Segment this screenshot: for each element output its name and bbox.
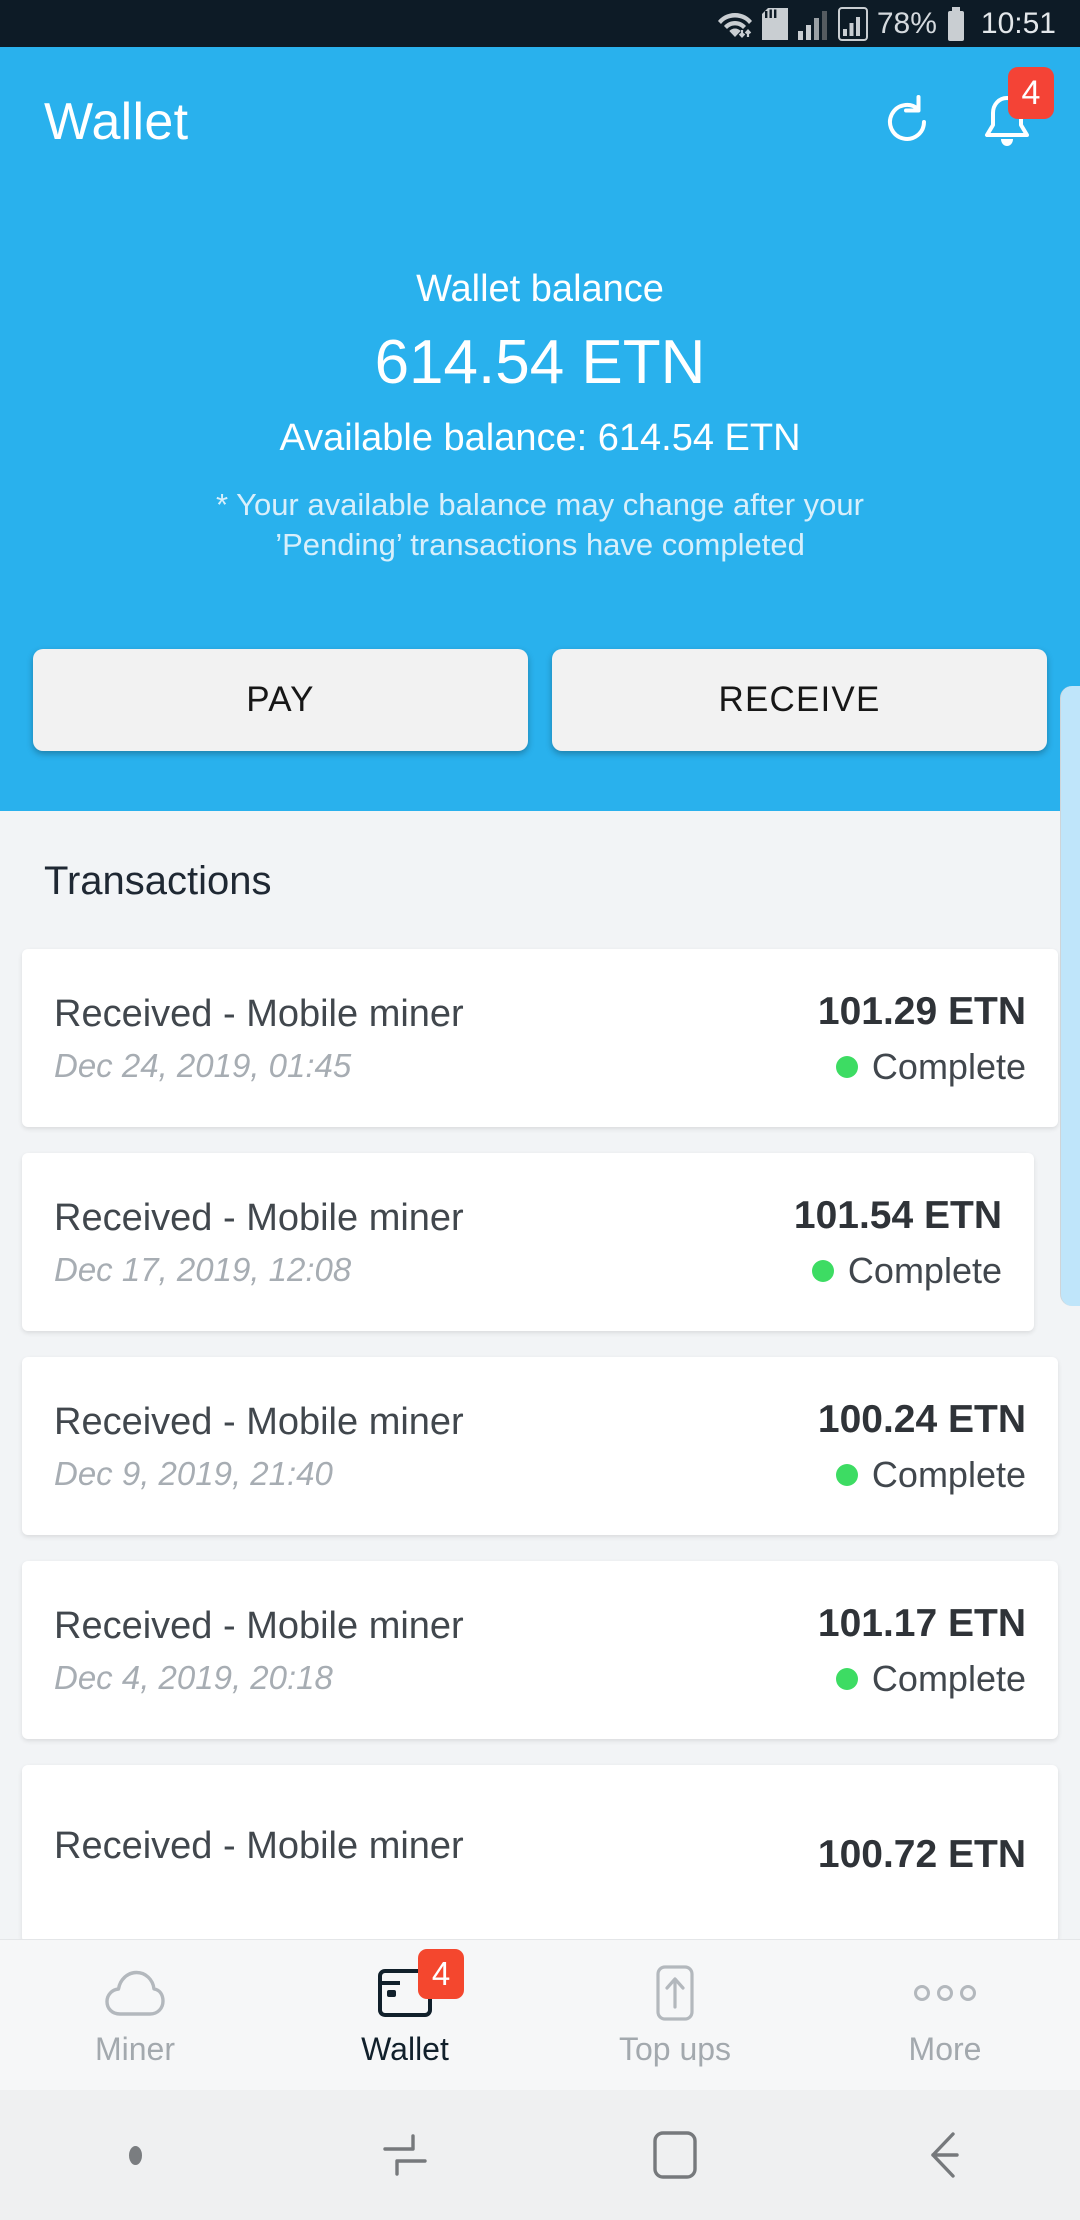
transaction-row[interactable]: Received - Mobile miner Dec 9, 2019, 21:… [22, 1357, 1058, 1535]
transaction-date: Dec 9, 2019, 21:40 [54, 1454, 333, 1492]
wallet-balance-amount: 614.54 ETN [374, 328, 706, 397]
nav-item-more[interactable]: More [810, 1940, 1080, 2090]
battery-percent-label: 78% [876, 6, 937, 40]
dot-indicator-icon [128, 2145, 142, 2165]
transaction-info: Received - Mobile miner Dec 9, 2019, 21:… [54, 1403, 464, 1490]
transaction-date: Dec 4, 2019, 20:18 [54, 1658, 333, 1696]
transaction-amount: 101.54 ETN [793, 1193, 1002, 1237]
battery-icon [947, 6, 964, 41]
nav-dot-button[interactable] [0, 2145, 270, 2165]
wallet-balance-label: Wallet balance [416, 268, 664, 310]
refresh-button[interactable] [878, 93, 936, 151]
transaction-date: Dec 17, 2019, 12:08 [54, 1250, 352, 1288]
status-label: Complete [871, 1453, 1026, 1495]
nav-icon-wrapper: 4 [378, 1949, 464, 2021]
transaction-title: Received - Mobile miner [54, 1604, 464, 1647]
receive-button[interactable]: RECEIVE [552, 649, 1047, 751]
transaction-date: Dec 24, 2019, 01:45 [54, 1046, 352, 1084]
transaction-info: Received - Mobile miner Dec 17, 2019, 12… [54, 1199, 464, 1286]
cloud-icon [105, 1970, 165, 2016]
phone-up-arrow-icon [656, 1965, 694, 2021]
notifications-button[interactable]: 4 [978, 67, 1054, 151]
transaction-meta: 100.24 ETN Complete [818, 1400, 1026, 1493]
transaction-title: Received - Mobile miner [54, 1196, 464, 1239]
transaction-amount: 100.72 ETN [817, 1832, 1026, 1876]
signal-2-icon [837, 6, 868, 41]
back-icon [931, 2132, 959, 2178]
nav-label: Top ups [618, 2031, 732, 2067]
app-bar: Wallet 4 [0, 47, 1080, 197]
recents-icon [383, 2134, 427, 2176]
android-system-navigation [0, 2090, 1080, 2220]
status-badge: Complete [835, 1657, 1026, 1699]
home-icon [653, 2131, 697, 2179]
transaction-info: Received - Mobile miner [54, 1827, 464, 1881]
status-dot-icon [835, 1667, 858, 1690]
transaction-meta: 101.29 ETN Complete [818, 992, 1026, 1085]
wallet-action-buttons: PAY RECEIVE [0, 649, 1080, 751]
transaction-title: Received - Mobile miner [54, 1400, 464, 1443]
bottom-navigation: Miner 4 Wallet Top ups More [0, 1939, 1080, 2090]
status-bar-icons: 78% 10:51 [717, 6, 1056, 41]
transaction-amount: 101.17 ETN [817, 1601, 1026, 1645]
transaction-row[interactable]: Received - Mobile miner Dec 24, 2019, 01… [22, 949, 1058, 1127]
nav-item-miner[interactable]: Miner [0, 1940, 270, 2090]
transaction-row[interactable]: Received - Mobile miner Dec 17, 2019, 12… [22, 1153, 1034, 1331]
available-balance-label: Available balance: 614.54 ETN [279, 417, 801, 460]
transaction-info: Received - Mobile miner Dec 4, 2019, 20:… [54, 1607, 464, 1694]
page-title: Wallet [44, 93, 189, 151]
status-dot-icon [835, 1463, 858, 1486]
nav-label: Wallet [361, 2031, 449, 2067]
transaction-meta: 100.72 ETN [818, 1835, 1026, 1874]
transactions-heading: Transactions [44, 859, 272, 903]
transaction-meta: 101.17 ETN Complete [818, 1604, 1026, 1697]
nav-label: Miner [94, 2031, 175, 2067]
pay-button[interactable]: PAY [33, 649, 528, 751]
transactions-list[interactable]: Received - Mobile miner Dec 24, 2019, 01… [0, 949, 1080, 1939]
app-bar-actions: 4 [878, 67, 1080, 151]
status-badge: Complete [835, 1045, 1026, 1087]
transaction-row[interactable]: Received - Mobile miner Dec 4, 2019, 20:… [22, 1561, 1058, 1739]
status-label: Complete [871, 1045, 1026, 1087]
status-bar-clock: 10:51 [980, 6, 1056, 40]
status-badge: Complete [835, 1453, 1026, 1495]
transaction-amount: 101.29 ETN [817, 989, 1026, 1033]
transaction-amount: 100.24 ETN [817, 1397, 1026, 1441]
pending-balance-note: * Your available balance may change afte… [216, 487, 864, 562]
notification-badge: 4 [1008, 67, 1054, 119]
phone-screen: 78% 10:51 Wallet 4 Wallet balance 614.54… [0, 0, 1080, 2220]
transaction-title: Received - Mobile miner [54, 1825, 464, 1867]
status-label: Complete [871, 1657, 1026, 1699]
status-dot-icon [835, 1055, 858, 1078]
offscreen-panel-edge [1060, 686, 1080, 1306]
nav-item-top-ups[interactable]: Top ups [540, 1940, 810, 2090]
sd-card-icon [761, 7, 788, 40]
nav-home-button[interactable] [540, 2131, 810, 2179]
wallet-nav-badge: 4 [418, 1949, 464, 1999]
transactions-section: Transactions Received - Mobile miner Dec… [0, 811, 1080, 1939]
nav-icon-wrapper [656, 1965, 694, 2021]
nav-icon-wrapper [914, 1965, 976, 2021]
status-badge: Complete [811, 1249, 1002, 1291]
nav-back-button[interactable] [810, 2131, 1080, 2179]
refresh-icon [888, 95, 926, 141]
status-label: Complete [847, 1249, 1002, 1291]
nav-icon-wrapper [104, 1965, 166, 2021]
status-dot-icon [811, 1259, 834, 1282]
status-bar: 78% 10:51 [0, 0, 1080, 47]
signal-1-icon [797, 10, 827, 40]
transaction-meta: 101.54 ETN Complete [794, 1196, 1002, 1289]
transaction-row[interactable]: Received - Mobile miner 100.72 ETN [22, 1765, 1058, 1939]
wifi-icon [717, 12, 752, 38]
nav-item-wallet[interactable]: 4 Wallet [270, 1940, 540, 2090]
transaction-title: Received - Mobile miner [54, 992, 464, 1035]
nav-label: More [908, 2031, 982, 2067]
transaction-info: Received - Mobile miner Dec 24, 2019, 01… [54, 995, 464, 1082]
nav-recents-button[interactable] [270, 2134, 540, 2176]
more-dots-icon [914, 1985, 976, 2001]
